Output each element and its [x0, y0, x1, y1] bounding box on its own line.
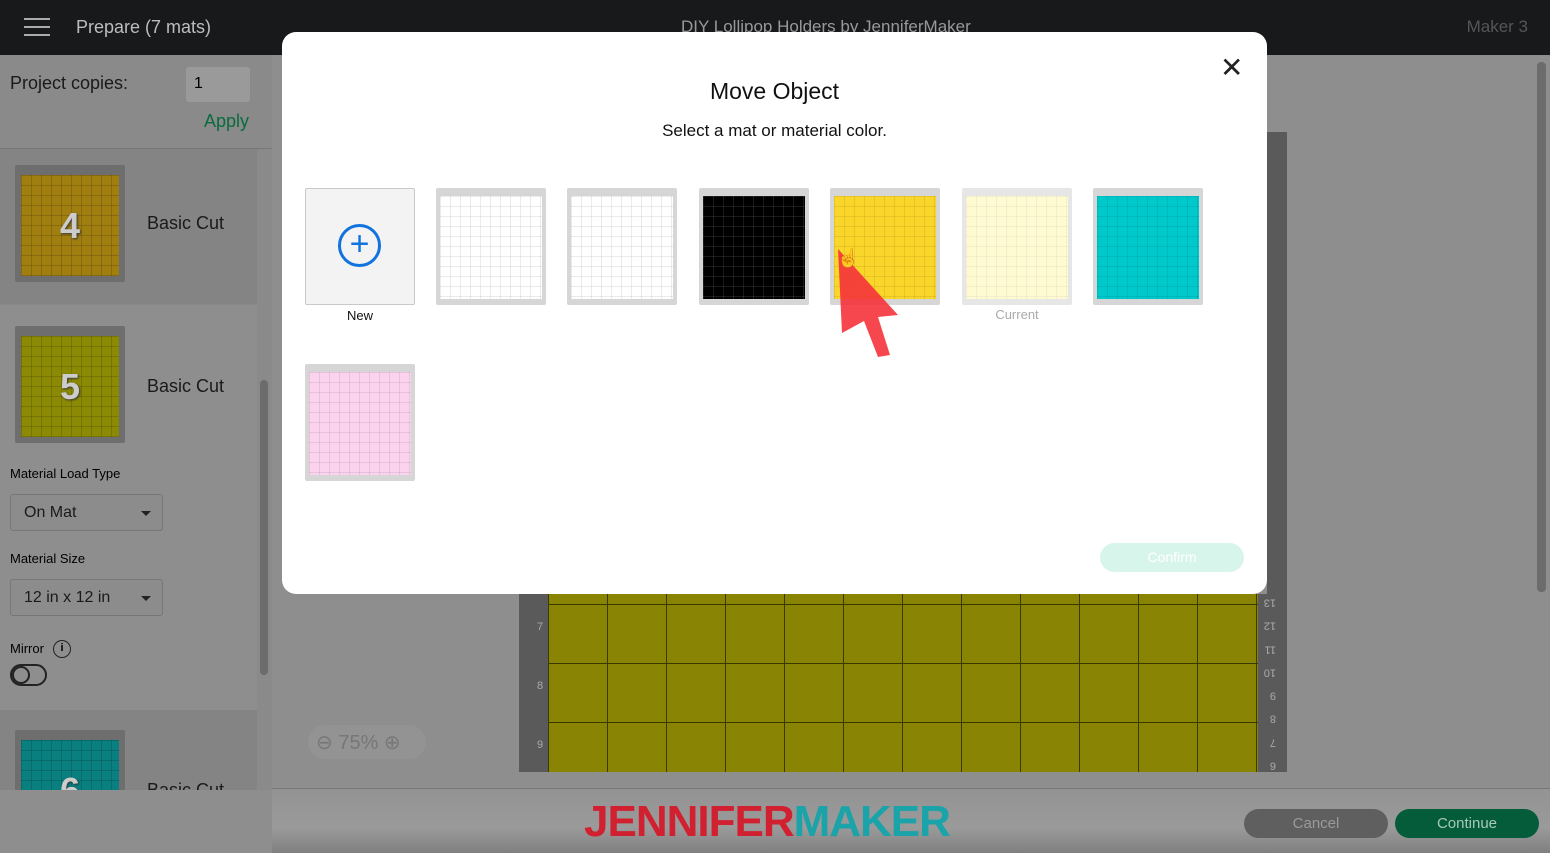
ruler-left: 789 — [537, 621, 544, 751]
plus-icon: + — [338, 224, 381, 267]
new-mat-button[interactable]: + — [305, 188, 415, 305]
mat-item-5[interactable]: 5 Basic Cut Material Load Type On Mat Ma… — [0, 305, 257, 710]
material-size-label: Material Size — [10, 551, 86, 566]
mat-option[interactable] — [567, 188, 677, 305]
zoom-level: 75% — [338, 732, 379, 754]
dialog-subtitle: Select a mat or material color. — [662, 121, 887, 140]
mirror-label: Mirror — [10, 641, 44, 656]
dialog-title: Move Object — [709, 78, 840, 104]
confirm-button[interactable]: Confirm — [1100, 543, 1244, 572]
mat-option[interactable] — [305, 364, 415, 481]
copies-value: 1 — [194, 75, 203, 92]
move-object-dialog: Move Object Select a mat or material col… — [282, 32, 1267, 594]
mat-option-current — [962, 188, 1072, 305]
info-icon[interactable]: i — [53, 640, 71, 658]
left-panel: Project copies: 1 Apply 4 Basic Cut 5 Ba… — [0, 55, 272, 790]
mirror-toggle[interactable] — [10, 664, 47, 686]
hand-cursor-icon: ☝ — [837, 248, 860, 268]
footer: JENNIFERMAKER Cancel Continue — [272, 788, 1550, 853]
copies-label: Project copies: — [10, 73, 129, 93]
zoom-in-icon[interactable]: ⊕ — [384, 732, 401, 754]
page-title: Prepare (7 mats) — [76, 17, 212, 37]
mat-option[interactable] — [436, 188, 546, 305]
machine-name[interactable]: Maker 3 — [1467, 17, 1528, 37]
canvas-scrollbar[interactable] — [1537, 62, 1546, 592]
sidebar-scrollbar[interactable] — [260, 380, 268, 675]
mat-grid — [548, 594, 1258, 772]
apply-button[interactable]: Apply — [204, 111, 249, 132]
zoom-control: ⊖ 75% ⊕ — [308, 725, 426, 759]
mat-label: Basic Cut — [147, 376, 225, 396]
zoom-out-icon[interactable]: ⊖ — [316, 732, 333, 754]
close-icon[interactable]: ✕ — [1220, 54, 1243, 82]
material-size-select[interactable]: 12 in x 12 in — [10, 579, 163, 616]
ruler — [1267, 132, 1287, 594]
mat-label: Basic Cut — [147, 780, 225, 790]
menu-icon[interactable] — [24, 18, 50, 36]
mat-option[interactable] — [699, 188, 809, 305]
load-type-select[interactable]: On Mat — [10, 494, 163, 531]
mat-item-4[interactable]: 4 Basic Cut — [0, 149, 257, 304]
mat-item-6[interactable]: 6 Basic Cut — [0, 710, 257, 790]
continue-button[interactable]: Continue — [1395, 809, 1539, 838]
new-label: New — [346, 308, 373, 323]
load-type-label: Material Load Type — [10, 466, 121, 481]
ruler-right: 6 7 8 9 10 11 12 13 — [1263, 596, 1276, 772]
current-label: Current — [995, 307, 1039, 322]
copies-stepper[interactable]: 1 — [186, 67, 250, 102]
mat-thumbnail: 5 — [21, 336, 119, 437]
mat-label: Basic Cut — [147, 213, 225, 233]
jennifermaker-logo: JENNIFERMAKER — [584, 797, 951, 846]
cancel-button[interactable]: Cancel — [1244, 809, 1388, 838]
mat-thumbnail: 6 — [21, 740, 119, 790]
mat-option[interactable] — [1093, 188, 1203, 305]
mat-thumbnail: 4 — [21, 175, 119, 276]
